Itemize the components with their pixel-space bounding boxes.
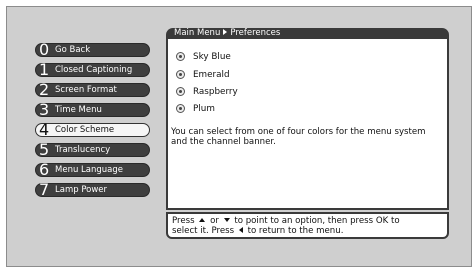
- menu-item-closed-captioning[interactable]: 1 Closed Captioning: [35, 60, 150, 79]
- menu-item-menu-language[interactable]: 6 Menu Language: [35, 160, 150, 179]
- radio-button-icon[interactable]: [176, 87, 185, 96]
- menu-item-label: Go Back: [55, 45, 91, 55]
- menu-item-label: Screen Format: [55, 85, 117, 95]
- menu-item-label: Menu Language: [55, 165, 123, 175]
- menu-item-number: 6: [39, 160, 50, 179]
- help-line2-start: select it. Press: [172, 226, 235, 236]
- help-line2-end: to return to the menu.: [247, 226, 344, 236]
- menu-item-number: 7: [39, 180, 50, 199]
- help-or: or: [210, 216, 219, 226]
- menu-item-label: Lamp Power: [55, 185, 108, 195]
- radio-button-icon[interactable]: [176, 104, 185, 113]
- menu-item-color-scheme[interactable]: 4 Color Scheme: [35, 120, 150, 139]
- menu-item-number: 0: [39, 40, 50, 59]
- content-panel: [166, 39, 449, 210]
- option-label: Emerald: [193, 70, 230, 80]
- radio-button-icon[interactable]: [176, 70, 185, 79]
- up-arrow-icon: [199, 218, 206, 222]
- breadcrumb-current: Preferences: [230, 28, 281, 38]
- menu-item-number: 4: [39, 120, 50, 139]
- menu-item-number: 2: [39, 80, 50, 99]
- down-arrow-icon: [223, 218, 230, 222]
- breadcrumb-root: Main Menu: [174, 28, 221, 38]
- menu-item-go-back[interactable]: 0 Go Back: [35, 40, 150, 59]
- option-label: Plum: [193, 104, 215, 114]
- menu-item-number: 3: [39, 100, 50, 119]
- help-point-text: to point to an option, then press OK to: [234, 216, 400, 226]
- help-press: Press: [172, 216, 195, 226]
- radio-button-icon[interactable]: [176, 52, 185, 61]
- breadcrumb-arrow-icon: [223, 29, 228, 35]
- menu-item-lamp-power[interactable]: 7 Lamp Power: [35, 180, 150, 199]
- option-label: Sky Blue: [193, 52, 231, 62]
- menu-item-label: Closed Captioning: [55, 65, 133, 75]
- option-label: Raspberry: [193, 87, 238, 97]
- left-arrow-icon: [238, 227, 243, 233]
- description-text: You can select from one of four colors f…: [171, 127, 426, 147]
- menu-item-label: Color Scheme: [55, 125, 115, 135]
- menu-item-translucency[interactable]: 5 Translucency: [35, 140, 150, 159]
- help-panel: Press or to point to an option, then pre…: [166, 212, 449, 239]
- breadcrumb: Main Menu Preferences: [166, 28, 449, 39]
- menu-item-label: Translucency: [55, 145, 111, 155]
- menu-item-label: Time Menu: [55, 105, 102, 115]
- menu-item-screen-format[interactable]: 2 Screen Format: [35, 80, 150, 99]
- menu-item-time-menu[interactable]: 3 Time Menu: [35, 100, 150, 119]
- menu-item-number: 5: [39, 140, 50, 159]
- menu-item-number: 1: [39, 60, 50, 79]
